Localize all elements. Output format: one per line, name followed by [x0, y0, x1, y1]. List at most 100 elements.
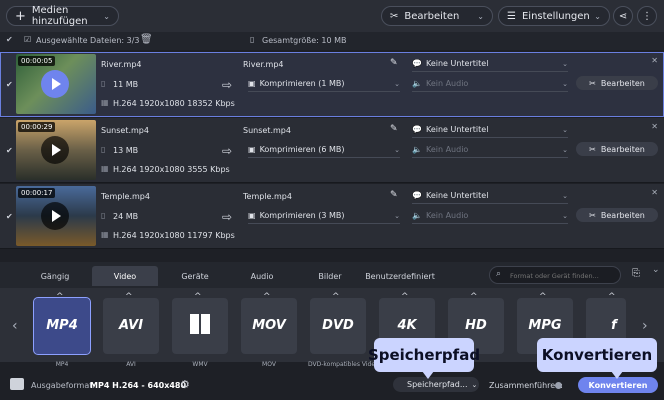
- play-icon[interactable]: [41, 202, 69, 230]
- audio-dropdown[interactable]: 🔈 Kein Audio ⌄: [412, 208, 568, 224]
- format-label: AVI: [118, 318, 144, 333]
- save-path-dropdown[interactable]: Speicherpfad... ⌄: [393, 377, 479, 392]
- merge-toggle[interactable]: [555, 382, 562, 389]
- callout-arrow: [611, 371, 623, 379]
- compress-dropdown[interactable]: ▣ Komprimieren (6 MB) ⌄: [248, 142, 400, 158]
- video-thumbnail[interactable]: 00:00:05: [16, 54, 96, 114]
- add-media-button[interactable]: + Medien hinzufügen ⌄: [6, 5, 119, 27]
- close-icon[interactable]: ✕: [651, 188, 658, 197]
- play-icon[interactable]: [41, 136, 69, 164]
- row-edit-button[interactable]: ✂ Bearbeiten: [576, 208, 658, 222]
- search-input[interactable]: [508, 268, 620, 283]
- compress-label: Komprimieren (1 MB): [259, 79, 345, 88]
- tab-popular[interactable]: Gängig: [22, 266, 88, 286]
- output-file-name[interactable]: Temple.mp4: [243, 192, 292, 201]
- format-tile[interactable]: ^ AVI: [103, 292, 159, 354]
- row-edit-button[interactable]: ✂ Bearbeiten: [576, 142, 658, 156]
- gear-icon[interactable]: ⚙: [180, 378, 190, 391]
- source-file-size: 11 MB: [113, 80, 139, 89]
- tab-custom[interactable]: Benutzerdefiniert: [365, 266, 435, 286]
- tools-icon: ✂: [390, 10, 399, 22]
- tab-devices[interactable]: Geräte: [162, 266, 228, 286]
- convert-button[interactable]: Konvertieren: [578, 377, 658, 393]
- source-file-size: 24 MB: [113, 212, 139, 221]
- audio-dropdown[interactable]: 🔈 Kein Audio ⌄: [412, 76, 568, 92]
- trash-icon[interactable]: 🗑: [140, 34, 153, 45]
- compress-dropdown[interactable]: ▣ Komprimieren (1 MB) ⌄: [248, 76, 400, 92]
- format-caption: DVD-kompatibles Video: [308, 361, 379, 368]
- format-icon: [10, 378, 24, 390]
- format-search[interactable]: ⌕: [489, 266, 621, 284]
- scroll-left-icon[interactable]: ‹: [12, 318, 18, 334]
- row-edit-button[interactable]: ✂ Bearbeiten: [576, 76, 658, 90]
- tools-icon: ✂: [589, 210, 596, 220]
- file-row[interactable]: ✔ 00:00:05 River.mp4 ▯ 11 MB ▦ H.264 192…: [0, 52, 664, 117]
- file-icon: ▯: [101, 211, 106, 220]
- file-row[interactable]: ✔ 00:00:17 Temple.mp4 ▯ 24 MB ▦ H.264 19…: [0, 184, 664, 249]
- menu-button[interactable]: ⋮: [637, 6, 657, 26]
- row-checkbox[interactable]: ✔: [6, 146, 13, 155]
- format-label: HD: [465, 318, 487, 333]
- format-tile[interactable]: ^ MOV: [241, 292, 297, 354]
- share-button[interactable]: ⋖: [613, 6, 633, 26]
- close-icon[interactable]: ✕: [651, 122, 658, 131]
- subtitle-label: Keine Untertitel: [425, 59, 489, 68]
- tab-audio[interactable]: Audio: [232, 266, 292, 286]
- selected-files-count: Ausgewählte Dateien: 3/3: [36, 36, 140, 45]
- subtitle-icon: 💬: [412, 59, 422, 68]
- close-icon[interactable]: ✕: [651, 56, 658, 65]
- format-tile[interactable]: ^ MP4: [33, 292, 91, 355]
- format-label: MOV: [252, 318, 286, 333]
- speaker-icon: 🔈: [412, 211, 422, 220]
- chevron-down-icon: ⌄: [471, 380, 478, 389]
- file-row[interactable]: ✔ 00:00:29 Sunset.mp4 ▯ 13 MB ▦ H.264 19…: [0, 118, 664, 183]
- pencil-icon[interactable]: ✎: [390, 190, 398, 200]
- pencil-icon[interactable]: ✎: [390, 124, 398, 134]
- play-icon[interactable]: [41, 70, 69, 98]
- pencil-icon[interactable]: ✎: [390, 58, 398, 68]
- source-file-name: River.mp4: [101, 60, 142, 69]
- scroll-right-icon[interactable]: ›: [642, 318, 648, 334]
- film-icon: ▦: [101, 230, 109, 239]
- chevron-up-icon: ^: [56, 292, 64, 302]
- tab-images[interactable]: Bilder: [298, 266, 362, 286]
- audio-dropdown[interactable]: 🔈 Kein Audio ⌄: [412, 142, 568, 158]
- subtitle-dropdown[interactable]: 💬 Keine Untertitel ⌄: [412, 188, 568, 204]
- subtitle-dropdown[interactable]: 💬 Keine Untertitel ⌄: [412, 122, 568, 138]
- audio-label: Kein Audio: [425, 145, 469, 154]
- row-edit-label: Bearbeiten: [600, 78, 645, 88]
- row-checkbox[interactable]: ✔: [6, 212, 13, 221]
- settings-label: Einstellungen: [521, 10, 590, 22]
- edit-menu-button[interactable]: ✂ Bearbeiten ⌄: [381, 6, 493, 26]
- settings-menu-button[interactable]: ☰ Einstellungen ⌄: [498, 6, 610, 26]
- chevron-down-icon: ⌄: [562, 145, 568, 154]
- export-icon[interactable]: ⎘: [632, 268, 640, 279]
- format-tile[interactable]: ^ DVD: [310, 292, 366, 354]
- collapse-icon[interactable]: ⌄: [652, 265, 660, 275]
- format-caption: WMV: [192, 361, 208, 368]
- share-icon: ⋖: [618, 10, 628, 22]
- format-tile[interactable]: ^: [172, 292, 228, 354]
- edit-label: Bearbeiten: [404, 10, 460, 22]
- subtitle-label: Keine Untertitel: [425, 125, 489, 134]
- duration-badge: 00:00:17: [18, 188, 56, 198]
- convert-arrow-icon: ⇨: [222, 144, 233, 158]
- chevron-down-icon: ⌄: [477, 11, 484, 21]
- select-all-checkbox[interactable]: ✔: [6, 35, 13, 44]
- compress-icon: ▣: [248, 145, 256, 154]
- subtitle-dropdown[interactable]: 💬 Keine Untertitel ⌄: [412, 56, 568, 72]
- output-file-name[interactable]: Sunset.mp4: [243, 126, 291, 135]
- tab-video[interactable]: Video: [92, 266, 158, 286]
- compress-dropdown[interactable]: ▣ Komprimieren (3 MB) ⌄: [248, 208, 400, 224]
- convert-callout: Konvertieren: [537, 338, 657, 372]
- video-thumbnail[interactable]: 00:00:17: [16, 186, 96, 246]
- output-file-name[interactable]: River.mp4: [243, 60, 284, 69]
- duration-badge: 00:00:05: [18, 56, 56, 66]
- film-icon: ▦: [101, 98, 109, 107]
- sliders-icon: ☰: [507, 10, 516, 22]
- row-checkbox[interactable]: ✔: [6, 80, 13, 89]
- source-codec-info: H.264 1920x1080 3555 Kbps: [113, 165, 230, 174]
- chevron-down-icon: ⌄: [394, 79, 400, 88]
- subtitle-label: Keine Untertitel: [425, 191, 489, 200]
- video-thumbnail[interactable]: 00:00:29: [16, 120, 96, 180]
